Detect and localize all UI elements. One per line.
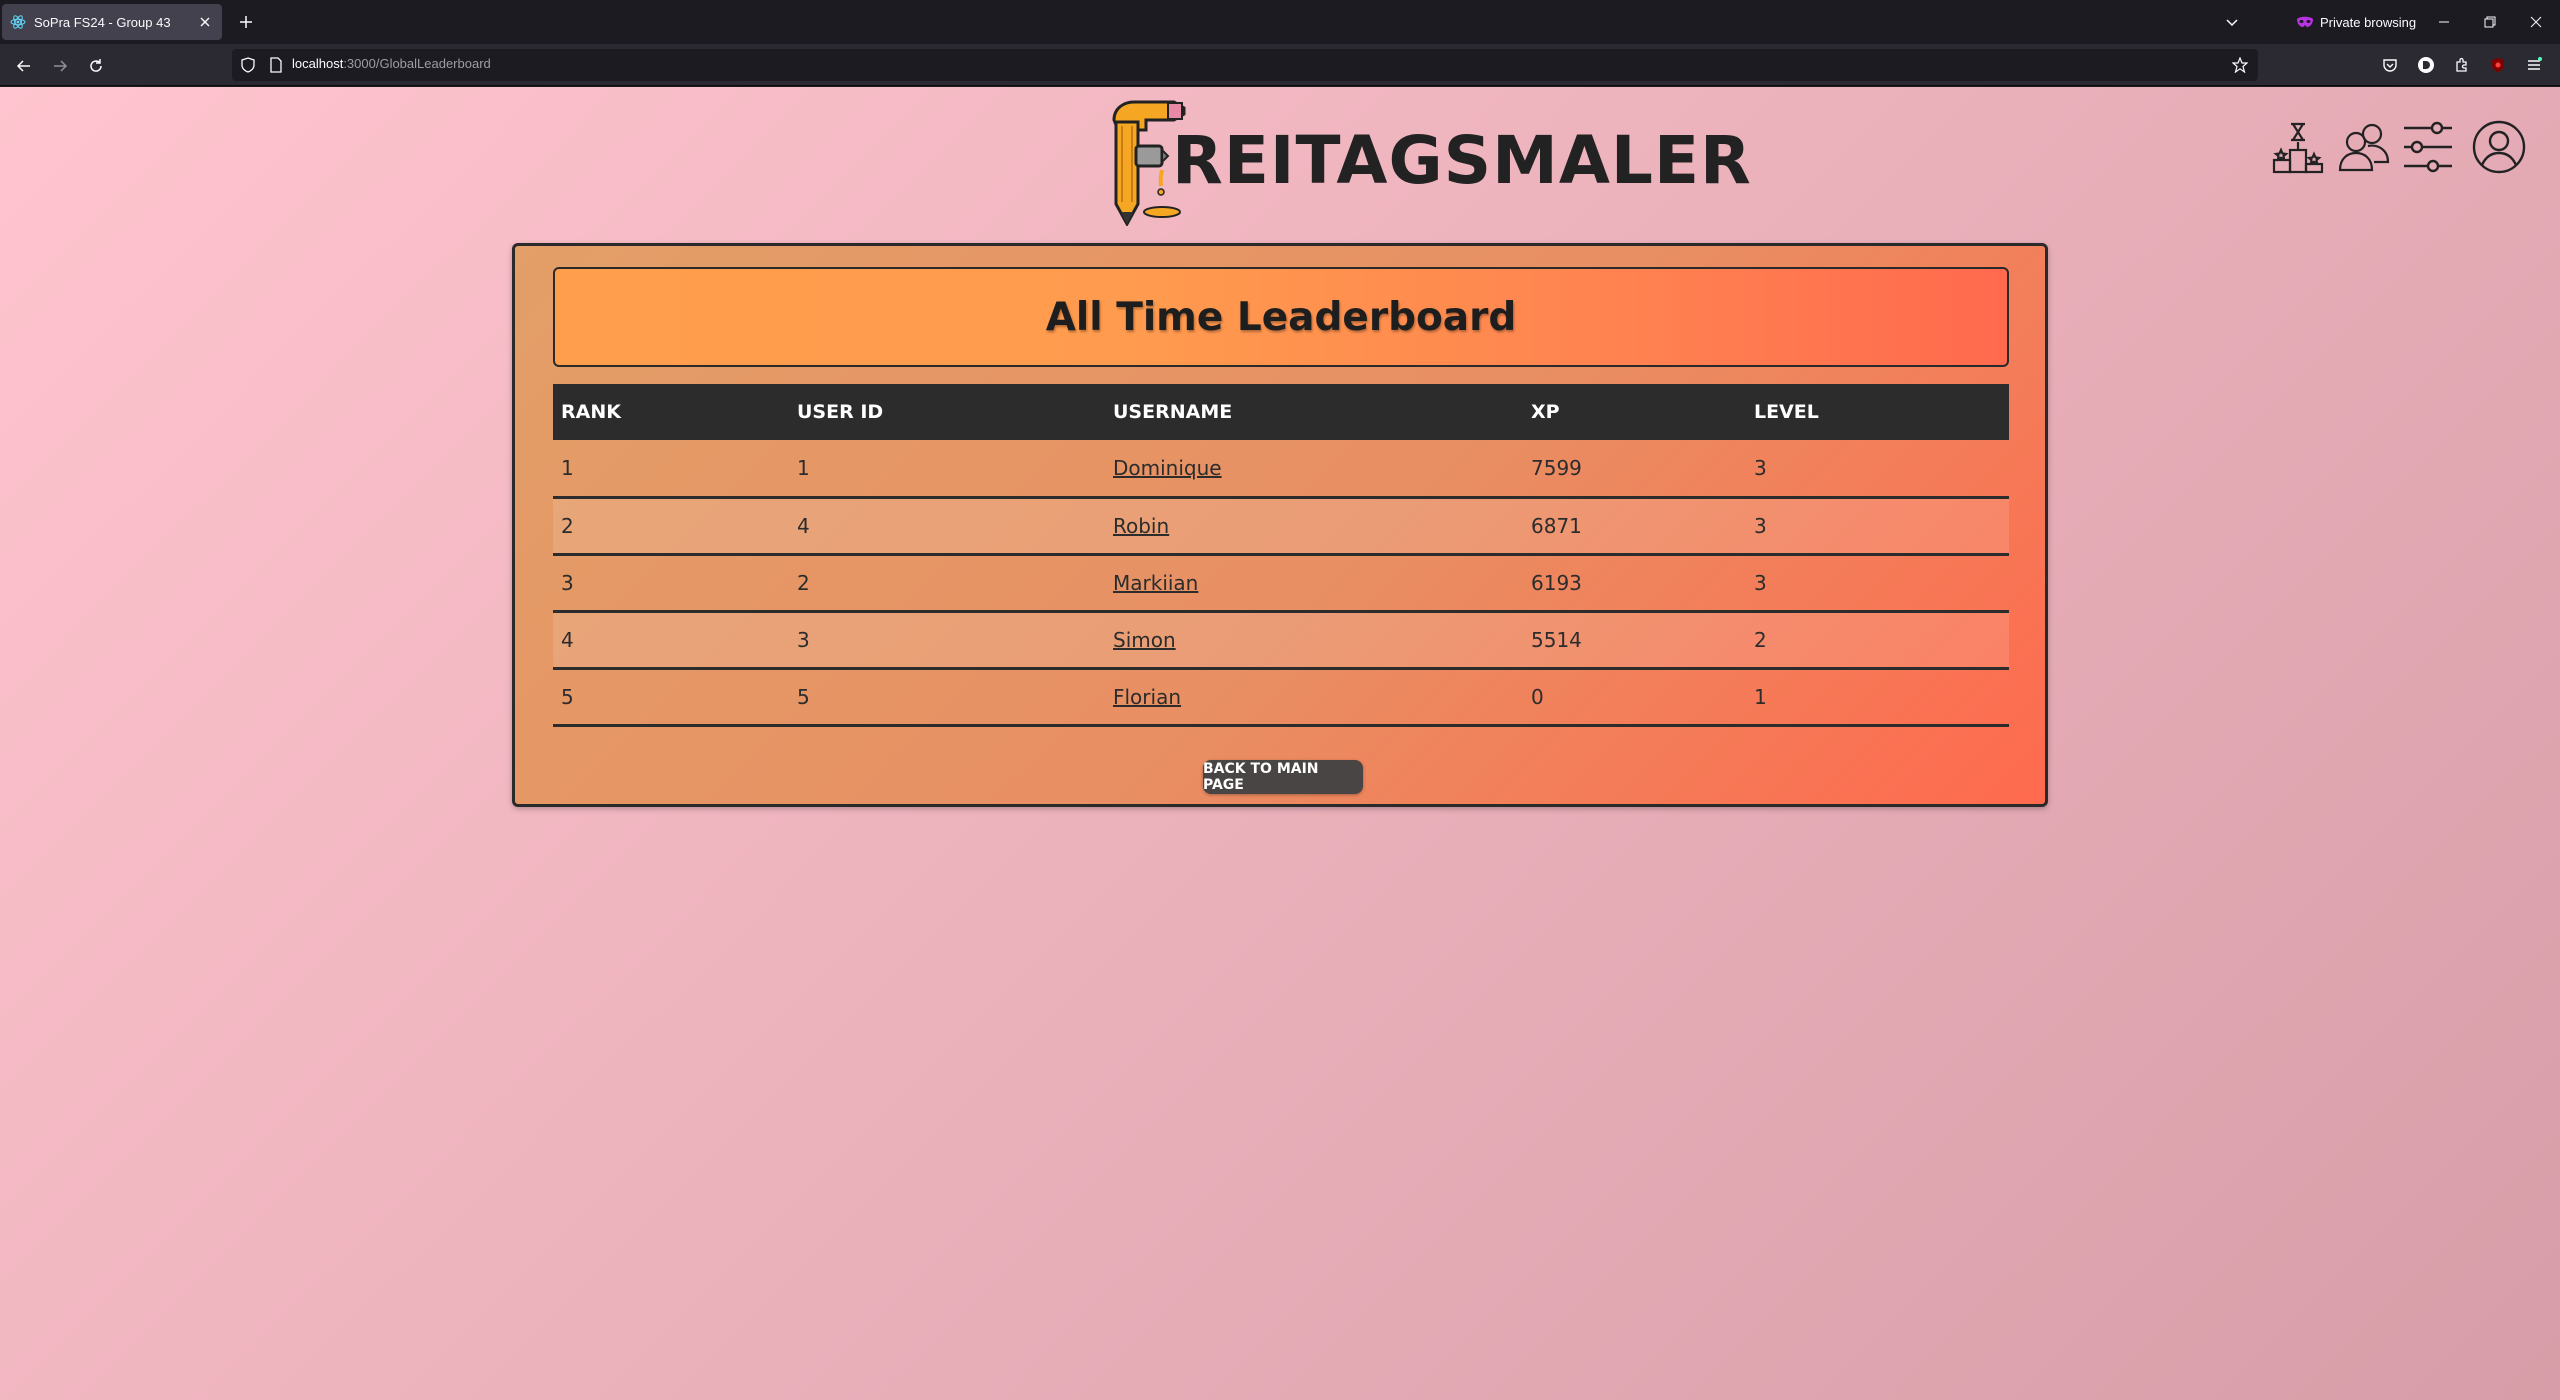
table-header-row: RANK USER ID USERNAME XP LEVEL	[553, 384, 2009, 440]
page-info-icon[interactable]	[268, 57, 284, 73]
close-window-icon[interactable]	[2522, 8, 2550, 36]
leaderboard-card: All Time Leaderboard RANK USER ID USERNA…	[512, 243, 2048, 807]
profile-icon	[2472, 120, 2526, 174]
private-browsing-indicator: Private browsing	[2296, 10, 2416, 34]
table-row: 1 1 Dominique 7599 3	[553, 440, 2009, 499]
minimize-icon[interactable]	[2430, 8, 2458, 36]
react-favicon-icon	[10, 14, 26, 30]
username-cell: Simon	[1105, 611, 1523, 670]
tab-strip: SoPra FS24 - Group 43 Private browsing	[0, 0, 2560, 44]
username-cell: Markiian	[1105, 554, 1523, 613]
navigation-toolbar: localhost:3000/GlobalLeaderboard	[0, 44, 2560, 86]
rank-cell: 4	[553, 611, 789, 670]
page-viewport: REITAGSMALER All Time Leaderboard RANK U…	[0, 87, 2560, 1400]
username-cell: Dominique	[1105, 440, 1523, 499]
forward-arrow-icon[interactable]	[46, 52, 74, 80]
column-header-xp: XP	[1531, 401, 1560, 423]
user-id-cell: 4	[789, 497, 1105, 556]
url-path: :3000/GlobalLeaderboard	[343, 56, 491, 71]
freitagsmaler-logo: REITAGSMALER	[1104, 100, 1751, 226]
username-cell: Florian	[1105, 668, 1523, 727]
user-id-cell: 1	[789, 440, 1105, 499]
private-mask-icon	[2297, 16, 2313, 27]
new-tab-icon[interactable]	[234, 10, 258, 34]
level-cell: 3	[1746, 554, 2009, 613]
settings-nav-button[interactable]	[2402, 120, 2454, 174]
rank-cell: 5	[553, 668, 789, 727]
username-link[interactable]: Markiian	[1113, 571, 1198, 595]
leaderboard-table: RANK USER ID USERNAME XP LEVEL 1 1 Domin…	[553, 384, 2009, 727]
table-row: 4 3 Simon 5514 2	[553, 611, 2009, 670]
extension-d-icon[interactable]	[2416, 55, 2436, 75]
friends-nav-button[interactable]	[2338, 120, 2390, 174]
leaderboard-title-banner: All Time Leaderboard	[553, 267, 2009, 367]
private-browsing-label: Private browsing	[2320, 14, 2417, 30]
username-cell: Robin	[1105, 497, 1523, 556]
back-to-main-page-button[interactable]: BACK TO MAIN PAGE	[1203, 760, 1363, 794]
level-cell: 2	[1746, 611, 2009, 670]
username-link[interactable]: Dominique	[1113, 456, 1222, 480]
chevron-down-icon[interactable]	[2220, 10, 2244, 34]
table-row: 2 4 Robin 6871 3	[553, 497, 2009, 556]
pocket-icon[interactable]	[2380, 55, 2400, 75]
xp-cell: 6871	[1523, 497, 1746, 556]
back-arrow-icon[interactable]	[10, 52, 38, 80]
url-text[interactable]: localhost:3000/GlobalLeaderboard	[292, 56, 491, 71]
friends-icon	[2338, 123, 2390, 172]
xp-cell: 0	[1523, 668, 1746, 727]
column-header-username: USERNAME	[1113, 401, 1233, 423]
user-id-cell: 3	[789, 611, 1105, 670]
username-link[interactable]: Robin	[1113, 514, 1169, 538]
leaderboard-podium-icon	[2272, 122, 2324, 174]
rank-cell: 1	[553, 440, 789, 499]
tab-title: SoPra FS24 - Group 43	[34, 14, 171, 30]
username-link[interactable]: Florian	[1113, 685, 1181, 709]
xp-cell: 7599	[1523, 440, 1746, 499]
logo-text: REITAGSMALER	[1172, 122, 1752, 199]
level-cell: 3	[1746, 497, 2009, 556]
bookmark-star-icon[interactable]	[2230, 55, 2250, 75]
rank-cell: 3	[553, 554, 789, 613]
xp-cell: 5514	[1523, 611, 1746, 670]
rank-cell: 2	[553, 497, 789, 556]
leaderboard-title: All Time Leaderboard	[1045, 294, 1517, 340]
user-id-cell: 2	[789, 554, 1105, 613]
level-cell: 1	[1746, 668, 2009, 727]
close-tab-icon[interactable]	[196, 13, 214, 31]
tracking-shield-icon[interactable]	[240, 57, 256, 73]
settings-sliders-icon	[2404, 121, 2452, 173]
level-cell: 3	[1746, 440, 2009, 499]
url-host: localhost	[292, 56, 344, 71]
column-header-user-id: USER ID	[797, 401, 884, 423]
username-link[interactable]: Simon	[1113, 628, 1176, 652]
column-header-rank: RANK	[561, 401, 621, 423]
restore-icon[interactable]	[2476, 8, 2504, 36]
app-menu-icon[interactable]	[2524, 55, 2544, 75]
table-row: 5 5 Florian 0 1	[553, 668, 2009, 727]
leaderboard-nav-button[interactable]	[2272, 120, 2324, 174]
reload-icon[interactable]	[82, 52, 110, 80]
user-id-cell: 5	[789, 668, 1105, 727]
column-header-level: LEVEL	[1754, 401, 1819, 423]
xp-cell: 6193	[1523, 554, 1746, 613]
browser-tab[interactable]: SoPra FS24 - Group 43	[2, 4, 222, 40]
ublock-icon[interactable]	[2488, 55, 2508, 75]
profile-nav-button[interactable]	[2472, 120, 2526, 174]
extensions-puzzle-icon[interactable]	[2452, 55, 2472, 75]
address-bar[interactable]: localhost:3000/GlobalLeaderboard	[232, 49, 2258, 81]
table-row: 3 2 Markiian 6193 3	[553, 554, 2009, 613]
